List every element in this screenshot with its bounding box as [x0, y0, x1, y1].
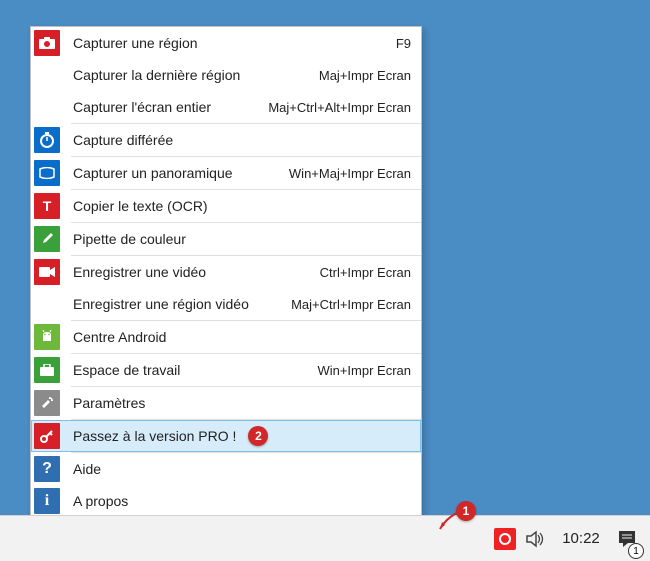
menu-item-capture-fullscreen[interactable]: Capturer l'écran entier Maj+Ctrl+Alt+Imp… — [31, 91, 421, 123]
stopwatch-icon — [34, 127, 60, 153]
annotation-badge-1: 1 — [456, 501, 476, 521]
menu-item-capture-panorama[interactable]: Capturer un panoramique Win+Maj+Impr Ecr… — [31, 157, 421, 189]
menu-item-ocr[interactable]: T Copier le texte (OCR) — [31, 190, 421, 222]
menu-item-label: Espace de travail — [73, 362, 180, 378]
menu-item-label: A propos — [73, 493, 128, 509]
menu-item-help[interactable]: ? Aide — [31, 453, 421, 485]
volume-icon[interactable] — [526, 529, 546, 549]
menu-item-label: Capturer la dernière région — [73, 67, 240, 83]
menu-item-shortcut: Maj+Ctrl+Alt+Impr Ecran — [268, 100, 421, 115]
wrench-icon — [34, 390, 60, 416]
menu-item-delayed-capture[interactable]: Capture différée — [31, 124, 421, 156]
menu-item-android-center[interactable]: Centre Android — [31, 321, 421, 353]
tray-app-icon[interactable] — [494, 528, 516, 550]
camera-icon — [34, 30, 60, 56]
help-icon: ? — [34, 456, 60, 482]
menu-item-label: Capture différée — [73, 132, 173, 148]
menu-item-color-picker[interactable]: Pipette de couleur — [31, 223, 421, 255]
briefcase-icon — [34, 357, 60, 383]
video-icon — [34, 259, 60, 285]
menu-item-label: Capturer une région — [73, 35, 198, 51]
menu-item-label: Passez à la version PRO ! — [73, 428, 236, 444]
key-icon — [34, 423, 60, 449]
menu-item-label: Enregistrer une vidéo — [73, 264, 206, 280]
menu-item-label: Pipette de couleur — [73, 231, 186, 247]
taskbar-clock[interactable]: 10:22 — [556, 530, 606, 547]
annotation-badge-2: 2 — [248, 426, 268, 446]
system-tray: 10:22 — [494, 528, 638, 550]
menu-item-settings[interactable]: Paramètres — [31, 387, 421, 419]
menu-item-shortcut: Win+Maj+Impr Ecran — [289, 166, 421, 181]
notification-count-badge: 1 — [628, 543, 644, 559]
panorama-icon — [34, 160, 60, 186]
menu-item-shortcut: F9 — [396, 36, 421, 51]
menu-item-shortcut: Ctrl+Impr Ecran — [320, 265, 421, 280]
menu-item-capture-last-region[interactable]: Capturer la dernière région Maj+Impr Ecr… — [31, 59, 421, 91]
menu-item-label: Capturer un panoramique — [73, 165, 233, 181]
context-menu: Capturer une région F9 Capturer la derni… — [30, 26, 422, 551]
menu-item-upgrade-pro[interactable]: Passez à la version PRO ! 2 — [31, 420, 421, 452]
menu-item-label: Copier le texte (OCR) — [73, 198, 208, 214]
menu-item-shortcut: Win+Impr Ecran — [317, 363, 421, 378]
menu-item-shortcut: Maj+Ctrl+Impr Ecran — [291, 297, 421, 312]
desktop: Capturer une région F9 Capturer la derni… — [0, 0, 650, 561]
menu-item-label: Paramètres — [73, 395, 145, 411]
menu-item-about[interactable]: i A propos — [31, 485, 421, 517]
menu-item-label: Aide — [73, 461, 101, 477]
text-icon: T — [34, 193, 60, 219]
android-icon — [34, 324, 60, 350]
menu-item-label: Capturer l'écran entier — [73, 99, 211, 115]
menu-item-record-video-region[interactable]: Enregistrer une région vidéo Maj+Ctrl+Im… — [31, 288, 421, 320]
menu-item-shortcut: Maj+Impr Ecran — [319, 68, 421, 83]
menu-item-workspace[interactable]: Espace de travail Win+Impr Ecran — [31, 354, 421, 386]
menu-item-label: Enregistrer une région vidéo — [73, 296, 249, 312]
menu-item-label: Centre Android — [73, 329, 166, 345]
menu-item-record-video[interactable]: Enregistrer une vidéo Ctrl+Impr Ecran — [31, 256, 421, 288]
info-icon: i — [34, 488, 60, 514]
eyedropper-icon — [34, 226, 60, 252]
taskbar: 10:22 1 — [0, 515, 650, 561]
menu-item-capture-region[interactable]: Capturer une région F9 — [31, 27, 421, 59]
